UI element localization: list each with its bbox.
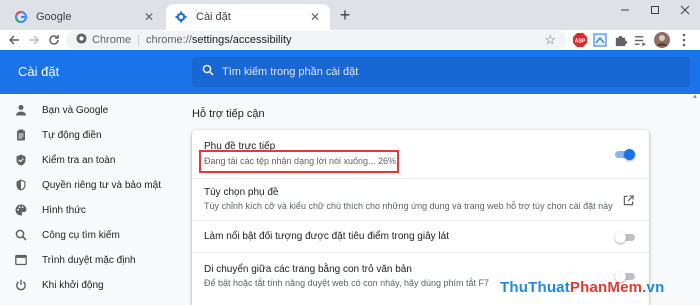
sidebar-item-autofill[interactable]: Tự động điền (14, 125, 102, 145)
sidebar-item-search-engine[interactable]: Công cụ tìm kiếm (14, 225, 120, 245)
svg-text:ABP: ABP (575, 39, 586, 45)
sidebar-item-label: Trình duyệt mặc định (42, 254, 136, 266)
setting-title: Làm nổi bật đối tượng được đặt tiêu điểm… (204, 231, 449, 242)
browser-icon (14, 253, 28, 267)
search-input[interactable] (222, 66, 662, 78)
address-bar[interactable]: Chrome | chrome:// settings/accessibilit… (66, 31, 566, 49)
gear-icon (174, 10, 188, 24)
focus-highlight-toggle[interactable] (615, 232, 635, 243)
forward-arrow-icon[interactable] (24, 30, 44, 50)
sidebar-item-label: Công cụ tìm kiếm (42, 229, 120, 241)
puzzle-icon[interactable] (612, 32, 628, 48)
watermark-part2: PhanMem (569, 279, 643, 296)
sidebar-item-default-browser[interactable]: Trình duyệt mặc định (14, 250, 136, 270)
setting-description: Tùy chỉnh kích cỡ và kiểu chữ chú thích … (204, 201, 613, 211)
search-icon (202, 63, 214, 81)
close-window-icon[interactable] (670, 0, 700, 20)
url-scheme: chrome:// (145, 34, 192, 46)
tab-settings[interactable]: Cài đặt ✕ (166, 4, 330, 30)
url-path: settings/accessibility (191, 34, 292, 46)
avatar-icon[interactable] (654, 32, 670, 48)
person-icon (14, 103, 28, 117)
setting-row-focus-highlight[interactable]: Làm nổi bật đối tượng được đặt tiêu điểm… (192, 220, 649, 252)
minimize-icon[interactable] (610, 0, 640, 20)
live-caption-toggle[interactable] (615, 149, 635, 160)
chrome-logo-icon (76, 33, 87, 47)
settings-search[interactable] (192, 57, 690, 87)
annotation-highlight-box (199, 150, 399, 173)
sidebar-item-label: Bạn và Google (42, 104, 109, 116)
url-separator: | (137, 34, 140, 46)
maximize-icon[interactable] (640, 0, 670, 20)
close-tab-icon[interactable]: ✕ (308, 10, 322, 24)
scroll-up-arrow-icon[interactable]: ▲ (691, 94, 699, 102)
palette-icon (14, 203, 28, 217)
reload-icon[interactable] (44, 30, 64, 50)
watermark-part1: ThuThuat (500, 279, 570, 296)
page-title: Cài đặt (18, 64, 60, 79)
search-icon (14, 228, 28, 242)
setting-row-caption-preferences[interactable]: Tùy chọn phụ đề Tùy chỉnh kích cỡ và kiể… (192, 178, 649, 220)
shield-icon (14, 178, 28, 192)
close-tab-icon[interactable]: ✕ (142, 10, 156, 24)
site-chip: Chrome (92, 34, 132, 46)
sidebar-item-on-startup[interactable]: Khi khởi động (14, 275, 104, 295)
sidebar-item-safety-check[interactable]: Kiểm tra an toàn (14, 150, 115, 170)
setting-title: Di chuyển giữa các trang bằng con trỏ vă… (204, 264, 412, 275)
settings-header: Cài đặt (0, 50, 700, 94)
abp-icon[interactable]: ABP (572, 32, 588, 48)
sidebar-item-you-and-google[interactable]: Bạn và Google (14, 100, 108, 120)
tab-strip: Google ✕ Cài đặt ✕ + (0, 0, 700, 30)
menu-dots-icon[interactable] (676, 32, 692, 48)
cast-icon[interactable] (592, 32, 608, 48)
sidebar-item-appearance[interactable]: Hình thức (14, 200, 86, 220)
watermark-logo: ThuThuatPhanMem.vn (500, 279, 664, 296)
sidebar-item-label: Hình thức (42, 204, 86, 216)
bookmark-star-icon[interactable]: ☆ (544, 32, 556, 48)
scrollbar[interactable]: ▲ (690, 94, 700, 305)
sidebar-item-privacy-security[interactable]: Quyền riêng tư và bảo mật (14, 175, 161, 195)
shield-check-icon (14, 153, 28, 167)
sidebar-item-label: Khi khởi động (42, 279, 104, 291)
browser-toolbar: Chrome | chrome:// settings/accessibilit… (0, 30, 700, 50)
watermark-part3: .vn (642, 279, 665, 296)
tab-google[interactable]: Google ✕ (6, 4, 164, 30)
new-tab-button[interactable]: + (336, 5, 354, 25)
back-arrow-icon[interactable] (4, 30, 24, 50)
sidebar-item-label: Kiểm tra an toàn (42, 154, 116, 166)
sidebar-item-label: Tự động điền (42, 129, 102, 141)
tab-label: Google (36, 11, 72, 23)
power-icon (14, 278, 28, 292)
google-icon (14, 10, 28, 24)
external-link-icon[interactable] (621, 193, 635, 207)
sidebar-item-label: Quyền riêng tư và bảo mật (42, 179, 161, 191)
clipboard-icon (14, 128, 28, 142)
tab-label: Cài đặt (196, 11, 231, 23)
setting-title: Tùy chọn phụ đề (204, 187, 279, 198)
settings-sidebar: Bạn và Google Tự động điền Kiểm tra an t… (0, 94, 170, 305)
section-title: Hỗ trợ tiếp cận (192, 108, 265, 120)
playlist-icon[interactable] (632, 32, 648, 48)
setting-description: Để bật hoặc tắt tính năng duyệt web có c… (204, 278, 490, 288)
